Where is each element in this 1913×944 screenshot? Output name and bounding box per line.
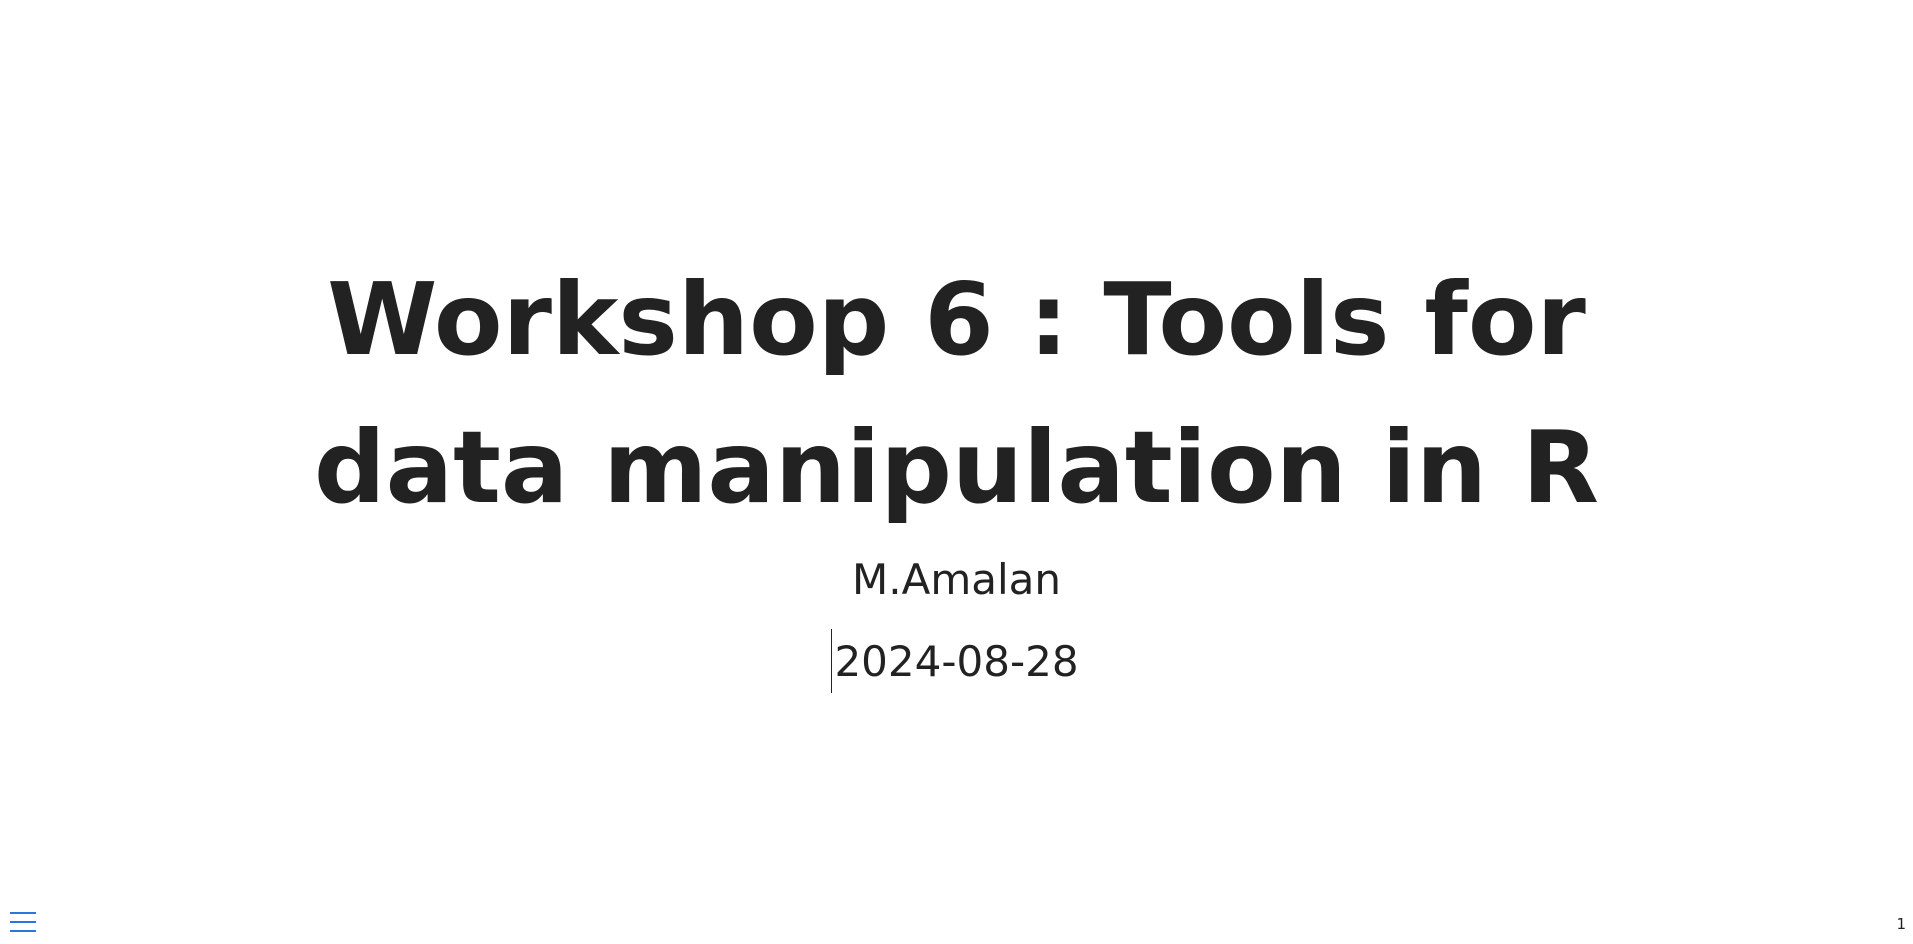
slide-author: M.Amalan xyxy=(0,550,1913,610)
date-text-wrapper[interactable]: 2024-08-28 xyxy=(831,629,1079,693)
author-name: M.Amalan xyxy=(852,555,1061,604)
hamburger-menu-icon xyxy=(10,912,36,932)
slide-date[interactable]: 2024-08-28 xyxy=(0,629,1913,693)
slide-title: Workshop 6 : Tools for data manipulation… xyxy=(314,261,1599,526)
slide-menu-button[interactable] xyxy=(9,910,37,934)
date-value[interactable]: 2024-08-28 xyxy=(834,637,1078,686)
text-cursor xyxy=(831,629,833,693)
title-slide: Workshop 6 : Tools for data manipulation… xyxy=(0,0,1913,944)
slide-number: 1 xyxy=(1896,915,1906,933)
